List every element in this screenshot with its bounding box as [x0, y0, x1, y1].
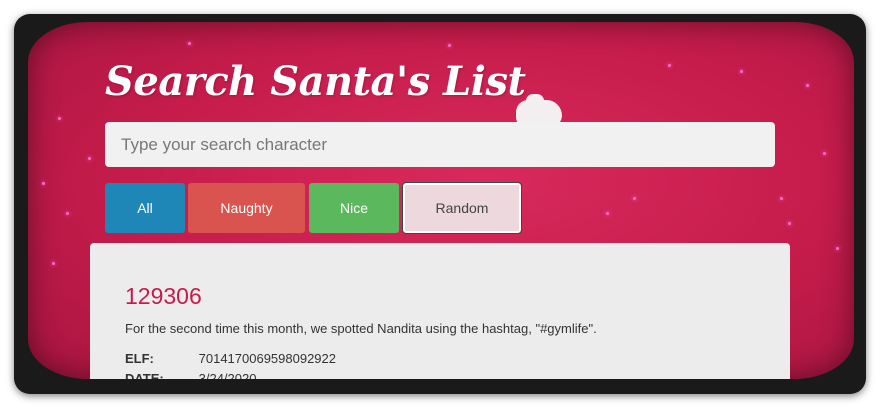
filter-naughty-button[interactable]: Naughty: [188, 183, 305, 233]
sparkle-dot: [188, 42, 191, 45]
sparkle-dot: [836, 247, 839, 250]
sparkle-dot: [668, 64, 671, 67]
sparkle-dot: [806, 84, 809, 87]
filter-nice-button[interactable]: Nice: [309, 183, 399, 233]
result-description: For the second time this month, we spott…: [125, 321, 597, 336]
elf-label: ELF:: [125, 351, 154, 366]
elf-value: 7014170069598092922: [198, 351, 336, 366]
sparkle-dot: [823, 152, 826, 155]
date-label: DATE:: [125, 371, 164, 379]
sparkle-dot: [740, 70, 743, 73]
search-input[interactable]: [105, 122, 775, 167]
elf-row: ELF: 7014170069598092922: [125, 351, 336, 366]
sparkle-dot: [52, 262, 55, 265]
sparkle-dot: [58, 117, 61, 120]
result-id: 129306: [125, 283, 202, 309]
sparkle-dot: [788, 222, 791, 225]
filter-all-button[interactable]: All: [105, 183, 185, 233]
date-value: 3/24/2020: [198, 371, 257, 379]
tv-screen: Search Santa's List All Naughty Nice Ran…: [28, 22, 854, 379]
page-title: Search Santa's List: [105, 58, 526, 105]
result-card: 129306 For the second time this month, w…: [90, 243, 790, 379]
date-row: DATE: 3/24/2020: [125, 371, 256, 379]
sparkle-dot: [780, 197, 783, 200]
sparkle-dot: [42, 182, 45, 185]
filter-random-button[interactable]: Random: [402, 182, 522, 234]
sparkle-dot: [66, 212, 69, 215]
sparkle-dot: [88, 157, 91, 160]
sparkle-dot: [633, 197, 636, 200]
sparkle-dot: [448, 44, 451, 47]
sparkle-dot: [606, 212, 609, 215]
